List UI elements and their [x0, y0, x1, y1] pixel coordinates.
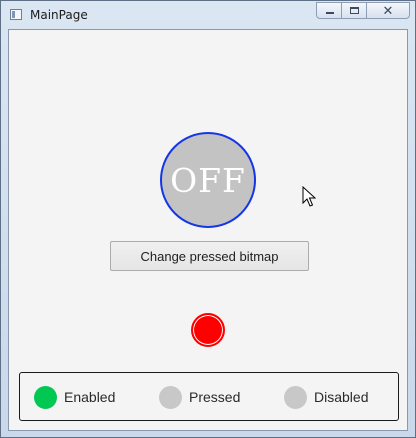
status-panel: Enabled Pressed Disabled [19, 372, 399, 421]
status-item-enabled: Enabled [34, 385, 115, 409]
pressed-indicator-dot [159, 385, 182, 409]
status-item-disabled: Disabled [284, 385, 368, 409]
close-icon: ✕ [382, 3, 394, 18]
window-title: MainPage [30, 8, 88, 22]
caption-buttons: ✕ [316, 2, 410, 21]
disabled-indicator-dot [284, 385, 307, 409]
close-button[interactable]: ✕ [366, 2, 410, 19]
toggle-state-label: OFF [170, 160, 246, 200]
red-indicator-light [191, 313, 225, 347]
pressed-label: Pressed [189, 389, 241, 405]
maximize-button[interactable] [341, 2, 367, 19]
main-window: MainPage ✕ OFF Change pressed bitmap Ena… [0, 0, 416, 438]
mouse-cursor-icon [302, 186, 316, 207]
minimize-button[interactable] [316, 2, 342, 19]
status-item-pressed: Pressed [159, 385, 240, 409]
minimize-icon [326, 12, 334, 14]
change-pressed-bitmap-button[interactable]: Change pressed bitmap [110, 241, 309, 271]
app-window-icon[interactable] [10, 9, 22, 20]
title-bar[interactable]: MainPage ✕ [1, 1, 415, 29]
enabled-label: Enabled [64, 389, 116, 405]
toggle-bitmap-button[interactable]: OFF [160, 132, 256, 228]
client-area: OFF Change pressed bitmap Enabled Presse… [8, 29, 408, 431]
enabled-indicator-dot [34, 385, 57, 409]
maximize-icon [350, 7, 359, 14]
disabled-label: Disabled [314, 389, 369, 405]
